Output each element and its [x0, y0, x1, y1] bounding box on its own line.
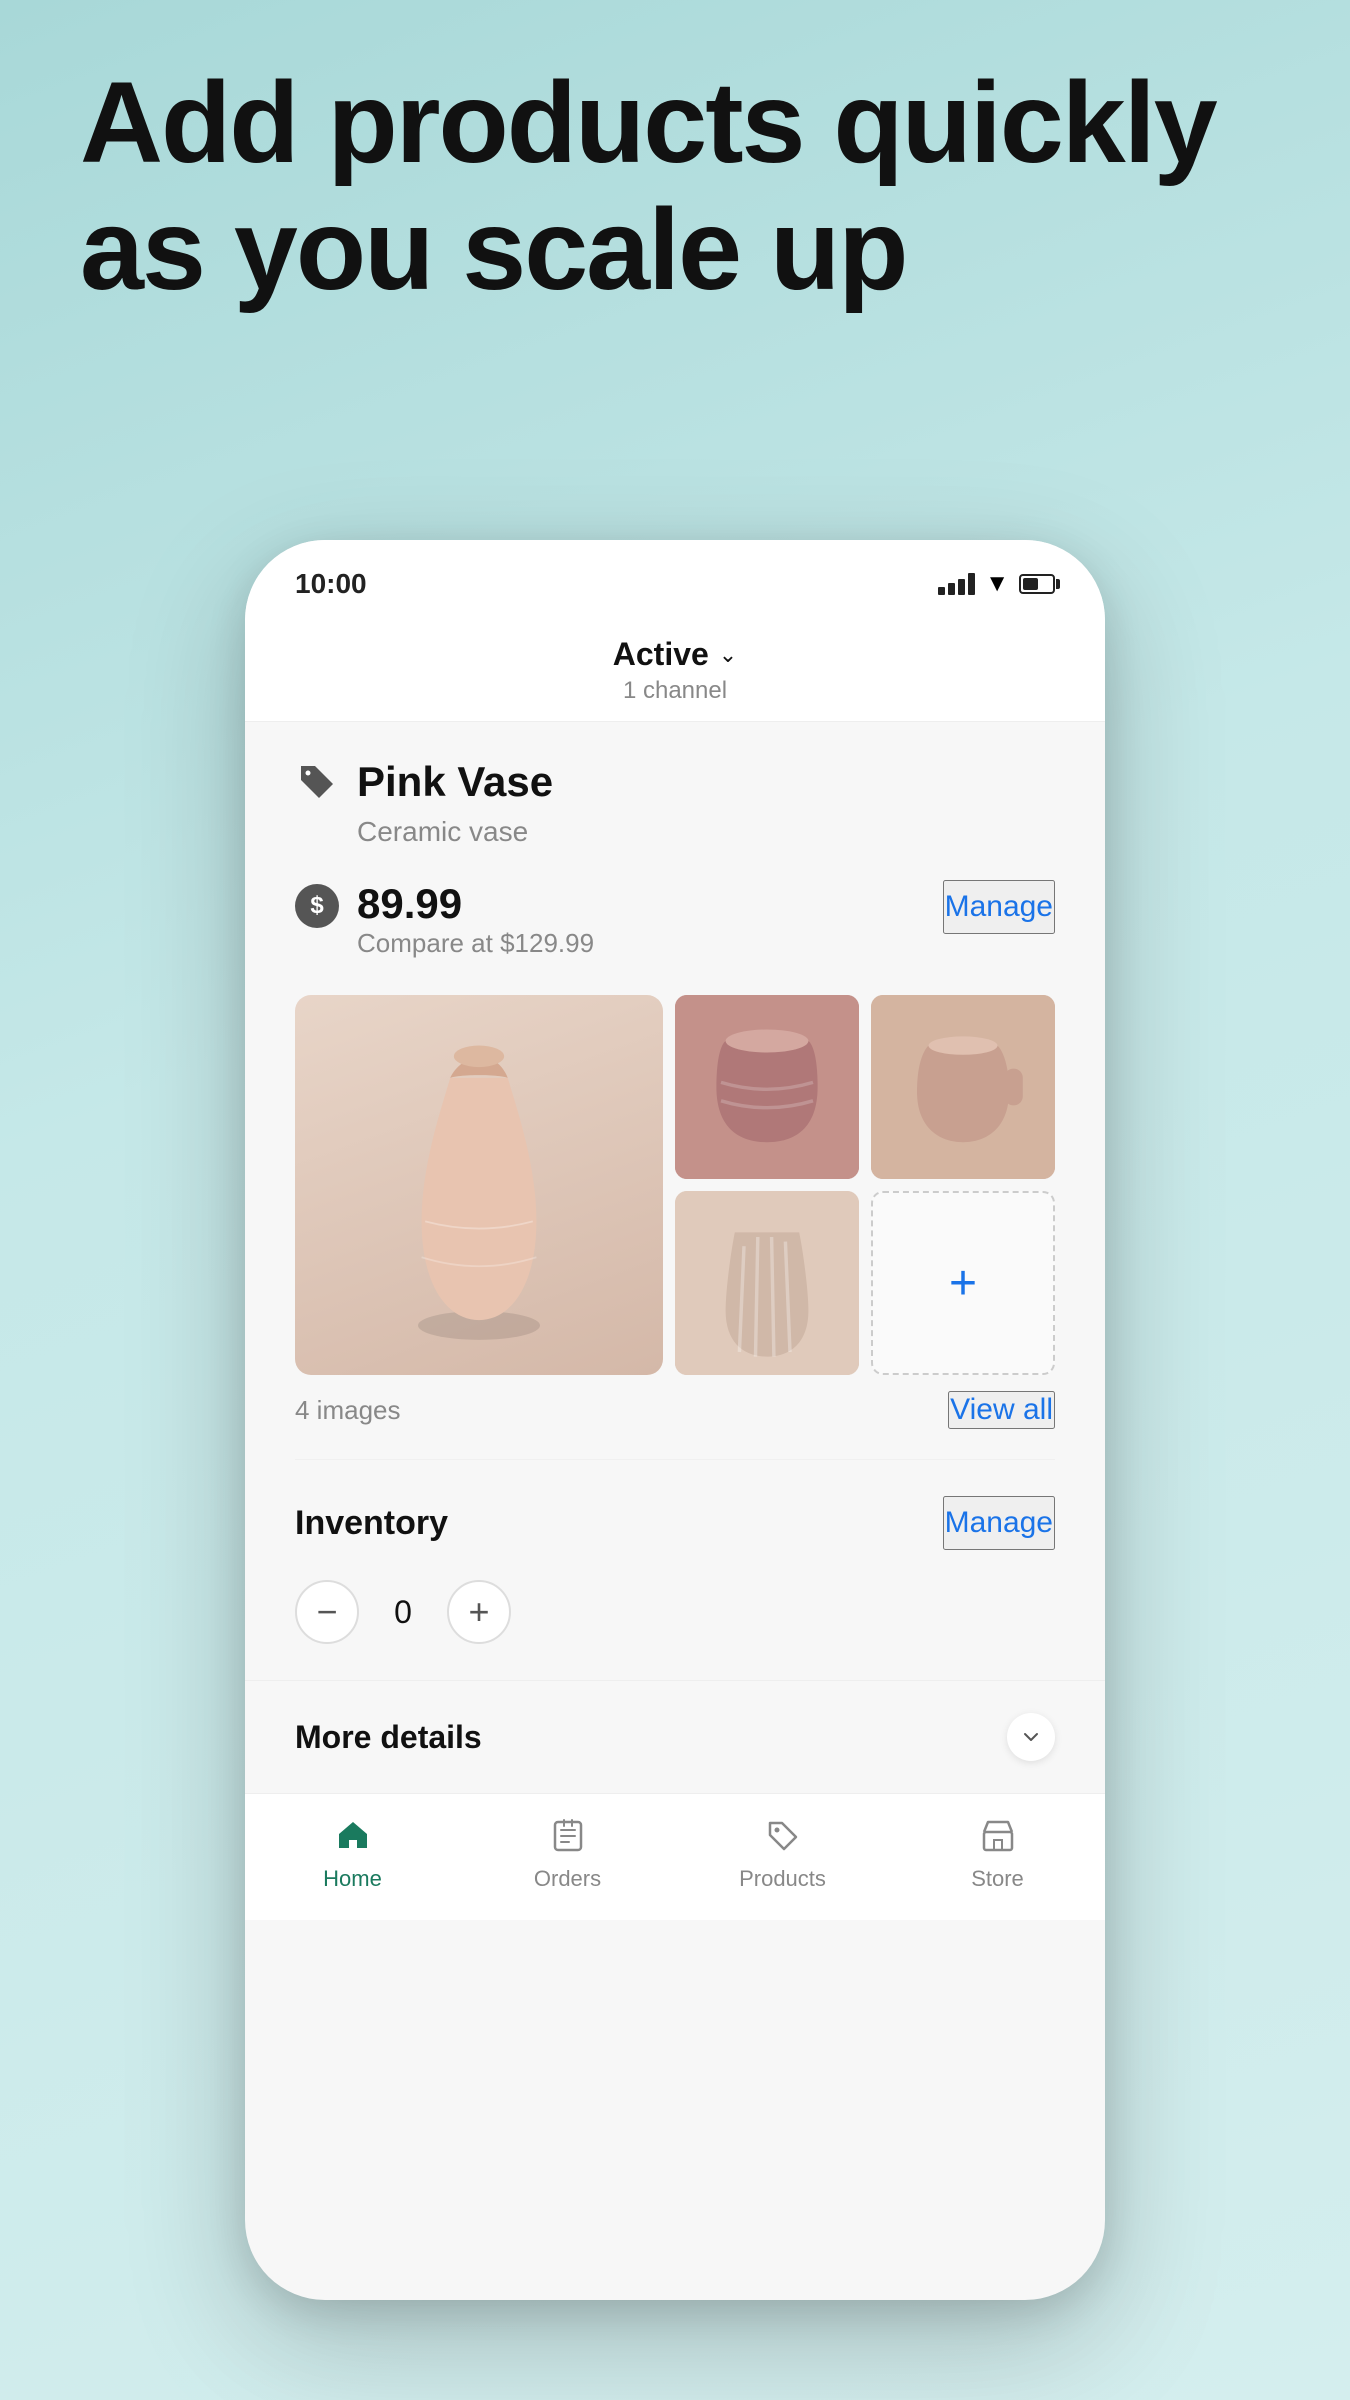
active-status-label: Active	[613, 636, 709, 673]
product-image-thumb-3[interactable]	[675, 1191, 859, 1375]
plus-icon: +	[949, 1256, 977, 1311]
images-grid: +	[295, 995, 1055, 1375]
product-name-row: Pink Vase	[295, 758, 1055, 806]
price-left: $ 89.99 Compare at $129.99	[295, 880, 594, 959]
product-image-main[interactable]	[295, 995, 663, 1375]
home-nav-label: Home	[323, 1866, 382, 1892]
more-details-bar[interactable]: More details	[245, 1680, 1105, 1793]
active-header: Active ⌄ 1 channel	[245, 616, 1105, 721]
signal-icon	[938, 573, 975, 595]
status-time: 10:00	[295, 568, 367, 600]
manage-inventory-button[interactable]: Manage	[943, 1496, 1055, 1550]
pink-cup-image	[675, 995, 859, 1179]
increment-button[interactable]: +	[447, 1580, 511, 1644]
more-details-chevron-icon	[1007, 1713, 1055, 1761]
wifi-icon: ▼	[985, 570, 1009, 598]
product-section: Pink Vase Ceramic vase $ 89.99 Compare a…	[245, 722, 1105, 965]
inventory-quantity: 0	[383, 1594, 423, 1631]
products-icon	[761, 1814, 805, 1858]
product-name: Pink Vase	[357, 758, 553, 806]
phone-mockup: 10:00 ▼ Active ⌄ 1 channel	[245, 540, 1105, 2300]
vase-image	[295, 995, 663, 1375]
dollar-icon: $	[295, 884, 339, 928]
channel-count: 1 channel	[623, 677, 727, 705]
orders-nav-label: Orders	[534, 1866, 601, 1892]
inventory-controls: − 0 +	[295, 1580, 1055, 1644]
decrement-button[interactable]: −	[295, 1580, 359, 1644]
status-bar: 10:00 ▼	[245, 540, 1105, 616]
add-image-button[interactable]: +	[871, 1191, 1055, 1375]
inventory-title: Inventory	[295, 1504, 448, 1543]
battery-icon	[1019, 574, 1055, 594]
home-icon	[331, 1814, 375, 1858]
chevron-down-icon: ⌄	[719, 642, 737, 668]
price-compare: Compare at $129.99	[357, 928, 594, 959]
ribbed-image	[675, 1191, 859, 1375]
orders-icon	[546, 1814, 590, 1858]
hero-title: Add products quickly as you scale up	[80, 60, 1270, 313]
nav-home[interactable]: Home	[245, 1814, 460, 1892]
price-main: 89.99	[357, 880, 594, 928]
price-info: 89.99 Compare at $129.99	[357, 880, 594, 959]
product-image-thumb-2[interactable]	[871, 995, 1055, 1179]
images-count: 4 images	[295, 1395, 401, 1426]
bottom-nav: Home Orders	[245, 1793, 1105, 1920]
view-all-button[interactable]: View all	[948, 1391, 1055, 1429]
products-nav-label: Products	[739, 1866, 826, 1892]
inventory-header: Inventory Manage	[295, 1496, 1055, 1550]
nav-store[interactable]: Store	[890, 1814, 1105, 1892]
images-footer: 4 images View all	[245, 1391, 1105, 1429]
price-row: $ 89.99 Compare at $129.99 Manage	[295, 880, 1055, 959]
inventory-section: Inventory Manage − 0 +	[245, 1460, 1105, 1680]
manage-price-button[interactable]: Manage	[943, 880, 1055, 934]
more-details-label: More details	[295, 1719, 482, 1756]
product-image-thumb-1[interactable]	[675, 995, 859, 1179]
phone-frame: 10:00 ▼ Active ⌄ 1 channel	[245, 540, 1105, 2300]
hero-section: Add products quickly as you scale up	[80, 60, 1270, 313]
tag-icon	[295, 760, 339, 804]
product-description: Ceramic vase	[357, 816, 1055, 848]
store-icon	[976, 1814, 1020, 1858]
nav-products[interactable]: Products	[675, 1814, 890, 1892]
status-icons: ▼	[938, 570, 1055, 598]
beige-cup-image	[871, 995, 1055, 1179]
active-row[interactable]: Active ⌄	[613, 636, 737, 673]
nav-orders[interactable]: Orders	[460, 1814, 675, 1892]
store-nav-label: Store	[971, 1866, 1024, 1892]
